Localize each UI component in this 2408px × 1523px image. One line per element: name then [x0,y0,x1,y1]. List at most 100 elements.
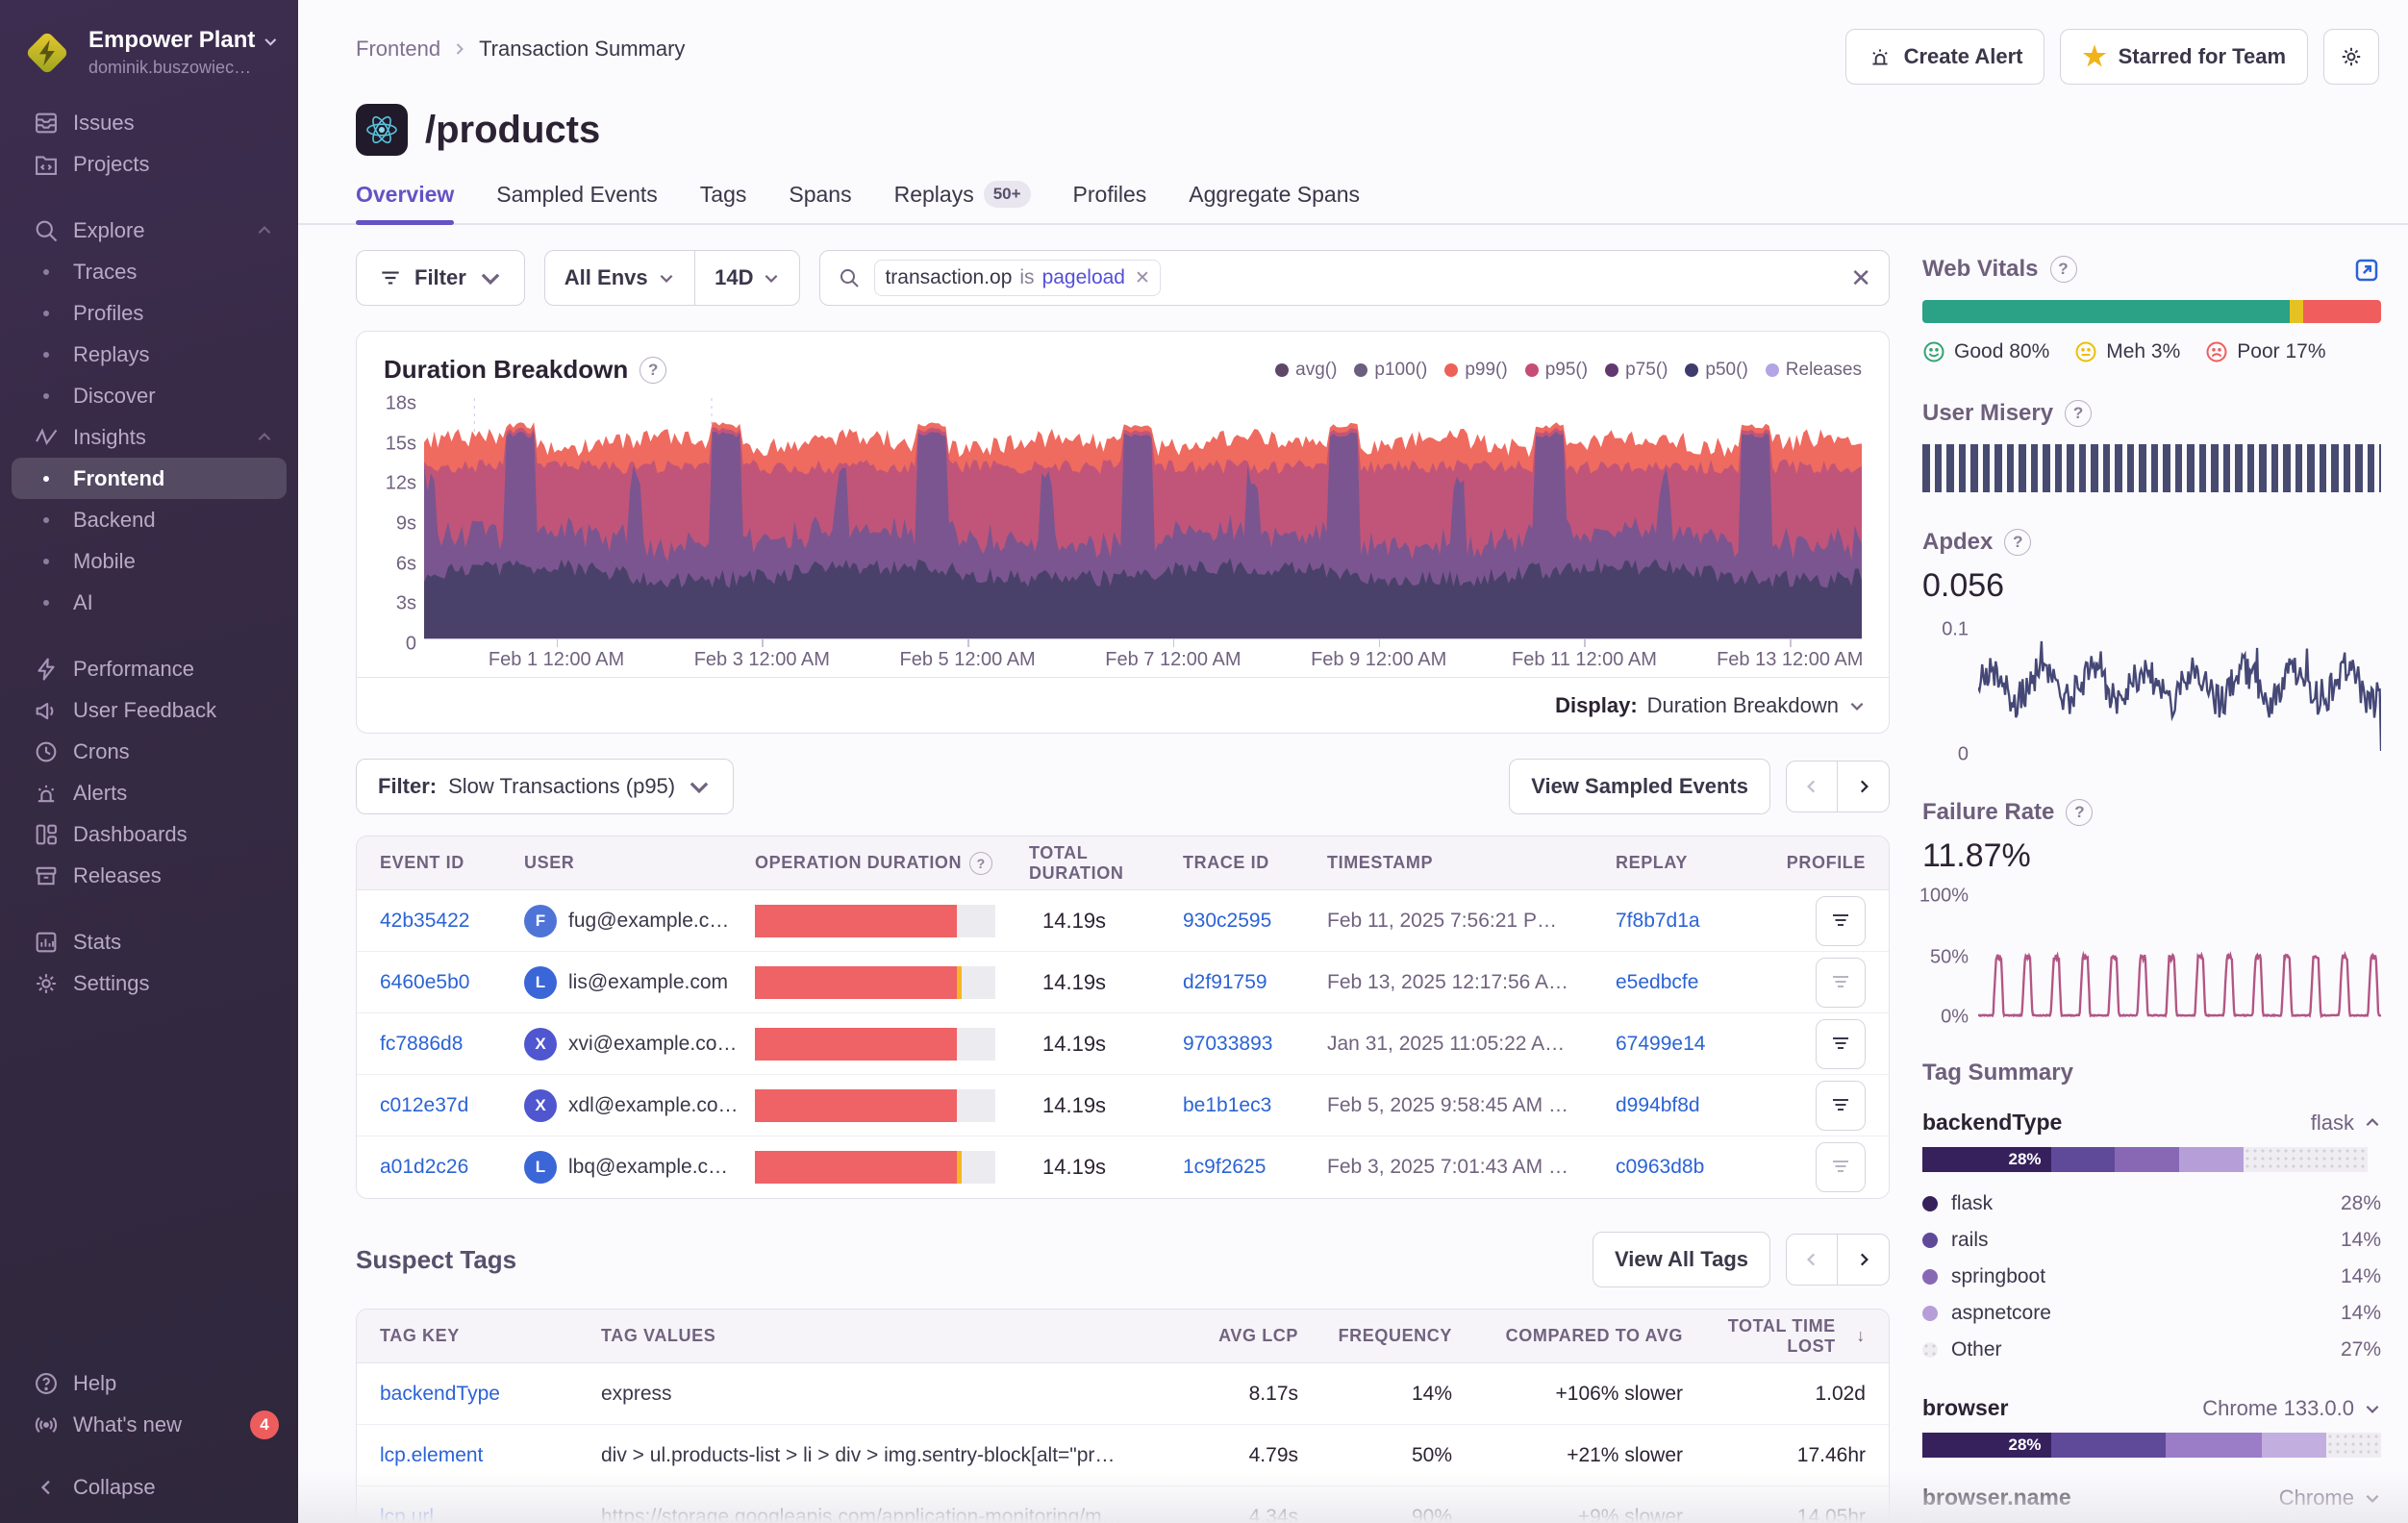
profile-button[interactable] [1816,1081,1866,1131]
replay-link[interactable]: 7f8b7d1a [1616,910,1700,932]
trace-id-link[interactable]: 1c9f2625 [1183,1156,1266,1178]
view-all-tags-button[interactable]: View All Tags [1593,1232,1770,1287]
replay-link[interactable]: e5edbcfe [1616,971,1698,993]
clear-search-icon[interactable]: ✕ [1850,263,1871,293]
legend-label[interactable]: p75() [1625,360,1668,381]
event-id-link[interactable]: a01d2c26 [380,1156,468,1178]
tag-value-selector[interactable]: flask [2311,1111,2381,1136]
next-page-button[interactable] [1838,761,1890,812]
sidebar-item-backend[interactable]: Backend [12,499,287,540]
tag-value-selector[interactable]: Chrome 133.0.0 [2202,1396,2381,1421]
event-id-link[interactable]: fc7886d8 [380,1033,463,1055]
help-icon[interactable]: ? [2004,529,2031,556]
tab-profiles[interactable]: Profiles [1073,181,1147,223]
transactions-filter-button[interactable]: Filter: Slow Transactions (p95) [356,759,734,814]
trace-id-link[interactable]: be1b1ec3 [1183,1094,1271,1116]
event-id-link[interactable]: 6460e5b0 [380,971,469,993]
sidebar-item-insights[interactable]: Insights [12,416,287,458]
sidebar-collapse-button[interactable]: Collapse [12,1466,287,1508]
help-icon[interactable]: ? [2050,256,2077,283]
sidebar-item-performance[interactable]: Performance [12,648,287,689]
tab-replays[interactable]: Replays50+ [894,181,1031,223]
sidebar-item-profiles[interactable]: Profiles [12,292,287,334]
sidebar-item-issues[interactable]: Issues [12,102,287,143]
tag-key-link[interactable]: lcp.element [380,1444,483,1466]
sidebar-item-explore[interactable]: Explore [12,210,287,251]
open-in-new-icon[interactable] [2352,256,2381,289]
sidebar-item-ai[interactable]: AI [12,582,287,623]
legend-label[interactable]: Releases [1786,360,1862,381]
trace-id-link[interactable]: 97033893 [1183,1033,1272,1055]
tab-sampled-events[interactable]: Sampled Events [496,181,657,223]
remove-token-icon[interactable]: ✕ [1133,267,1150,289]
tab-spans[interactable]: Spans [789,181,851,223]
sidebar-item-dashboards[interactable]: Dashboards [12,813,287,855]
sidebar-item-releases[interactable]: Releases [12,855,287,896]
timestamp: Feb 13, 2025 12:17:56 A… [1327,971,1616,994]
search-filter-token[interactable]: transaction.op is pageload ✕ [874,260,1160,296]
help-icon[interactable]: ? [2065,400,2092,427]
view-sampled-events-button[interactable]: View Sampled Events [1509,759,1770,814]
help-icon[interactable]: ? [969,852,992,875]
prev-page-button[interactable] [1786,1234,1838,1286]
next-page-button[interactable] [1838,1234,1890,1286]
org-name: Empower Plant [88,27,255,55]
profile-button[interactable] [1816,1142,1866,1192]
tab-tags[interactable]: Tags [700,181,747,223]
sidebar-item-frontend[interactable]: Frontend [12,458,287,499]
search-input[interactable]: transaction.op is pageload ✕ ✕ [819,250,1890,306]
legend-label[interactable]: p99() [1465,360,1507,381]
tag-distribution-bar[interactable]: 28% [1922,1147,2381,1172]
legend-label[interactable]: p50() [1705,360,1747,381]
replay-link[interactable]: c0963d8b [1616,1156,1704,1178]
sorted-column-header[interactable]: TOTAL TIME LOST ↓ [1683,1316,1866,1357]
help-icon[interactable]: ? [640,357,666,384]
profile-button[interactable] [1816,958,1866,1008]
legend-label[interactable]: p100() [1374,360,1427,381]
tab-aggregate-spans[interactable]: Aggregate Spans [1189,181,1360,223]
profile-button[interactable] [1816,896,1866,946]
breadcrumb-project[interactable]: Frontend [356,37,440,62]
sidebar-item-whats-new[interactable]: What's new 4 [12,1404,287,1445]
trace-id-link[interactable]: d2f91759 [1183,971,1267,993]
environment-selector[interactable]: All Envs [545,251,694,305]
sidebar-item-user-feedback[interactable]: User Feedback [12,689,287,731]
profile-button[interactable] [1816,1019,1866,1069]
apdex-trend-chart[interactable] [1978,618,2381,762]
help-icon[interactable]: ? [2066,799,2093,826]
timestamp: Feb 11, 2025 7:56:21 P… [1327,910,1616,933]
tag-value-selector[interactable]: Chrome [2279,1486,2381,1511]
sidebar-item-projects[interactable]: Projects [12,143,287,185]
settings-button[interactable] [2323,29,2379,85]
replay-link[interactable]: d994bf8d [1616,1094,1700,1116]
sidebar-item-alerts[interactable]: Alerts [12,772,287,813]
org-switcher[interactable]: Empower Plant dominik.buszowiec… [0,17,298,96]
starred-for-team-button[interactable]: ★ Starred for Team [2060,29,2308,85]
sidebar-item-crons[interactable]: Crons [12,731,287,772]
filter-button[interactable]: Filter [356,250,525,306]
display-selector[interactable]: Duration Breakdown [1647,693,1866,718]
prev-page-button[interactable] [1786,761,1838,812]
event-id-link[interactable]: 42b35422 [380,910,469,932]
tag-key-link[interactable]: backendType [380,1383,500,1405]
legend-label[interactable]: avg() [1295,360,1337,381]
sidebar-item-replays[interactable]: Replays [12,334,287,375]
create-alert-button[interactable]: Create Alert [1845,29,2045,85]
legend-label[interactable]: p95() [1545,360,1588,381]
sidebar-item-settings[interactable]: Settings [12,962,287,1004]
trace-id-link[interactable]: 930c2595 [1183,910,1271,932]
tab-overview[interactable]: Overview [356,181,454,223]
failure-rate-trend-chart[interactable] [1978,888,2381,1023]
tag-distribution-bar[interactable]: 28% [1922,1433,2381,1458]
sidebar-item-stats[interactable]: Stats [12,921,287,962]
sidebar-item-mobile[interactable]: Mobile [12,540,287,582]
sidebar-item-discover[interactable]: Discover [12,375,287,416]
sidebar-item-help[interactable]: Help [12,1362,287,1404]
sidebar-item-traces[interactable]: Traces [12,251,287,292]
legend-dot [1275,363,1289,377]
replay-link[interactable]: 67499e14 [1616,1033,1705,1055]
date-range-selector[interactable]: 14D [695,251,799,305]
event-id-link[interactable]: c012e37d [380,1094,468,1116]
duration-breakdown-chart[interactable] [424,398,1862,638]
tag-key-link[interactable]: lcp.url [380,1506,434,1523]
